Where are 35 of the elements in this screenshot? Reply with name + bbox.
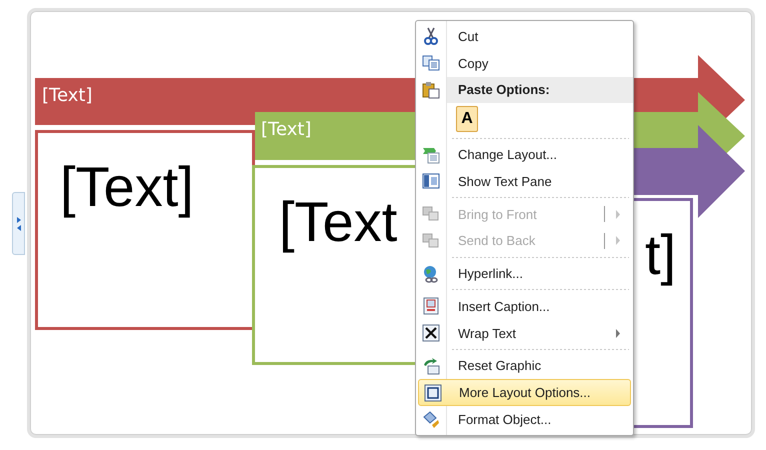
paint-bucket-icon [422, 410, 440, 428]
menu-item[interactable]: Format Object... [416, 406, 633, 433]
submenu-arrow-icon [615, 328, 621, 338]
picture-caption-icon [423, 297, 439, 316]
menu-item[interactable]: Reset Graphic [416, 352, 633, 380]
submenu-arrow-icon [615, 210, 621, 219]
scissors-icon [423, 27, 439, 46]
reset-graphic-icon [422, 356, 440, 375]
section-title: Paste Options: [457, 82, 551, 98]
arrow-label: [Text] [42, 85, 92, 107]
arrow-label: [Text] [261, 119, 312, 141]
menu-item[interactable]: More Layout Options... [418, 379, 631, 406]
copy-icon [422, 55, 440, 72]
globe-link-icon [422, 264, 440, 283]
text-pane-tab[interactable] [12, 192, 25, 255]
placeholder-text: t] [645, 223, 676, 287]
placeholder-text: [Text] [60, 155, 194, 219]
menu-item[interactable]: Show Text Pane [416, 168, 633, 195]
menu-item[interactable]: Copy [416, 50, 633, 77]
paste-option-button[interactable]: A [456, 106, 478, 132]
stacked-squares-icon [422, 232, 440, 249]
menu-item[interactable]: Change Layout... [416, 141, 633, 168]
wrap-text-icon [422, 324, 440, 342]
layout-icon [422, 146, 440, 164]
menu-item[interactable]: Cut [416, 23, 633, 50]
expand-arrows-icon [16, 216, 22, 232]
submenu-arrow-icon [615, 236, 621, 246]
menu-item[interactable]: Wrap Text [416, 320, 633, 347]
stacked-squares-icon [422, 206, 440, 222]
placeholder-text: [Text [279, 190, 398, 254]
menu-item[interactable]: Hyperlink... [416, 260, 633, 287]
text-pane-icon [422, 173, 440, 190]
menu-item[interactable]: Insert Caption... [416, 292, 633, 320]
clipboard-icon [422, 80, 440, 99]
layout-frame-icon [424, 384, 442, 402]
